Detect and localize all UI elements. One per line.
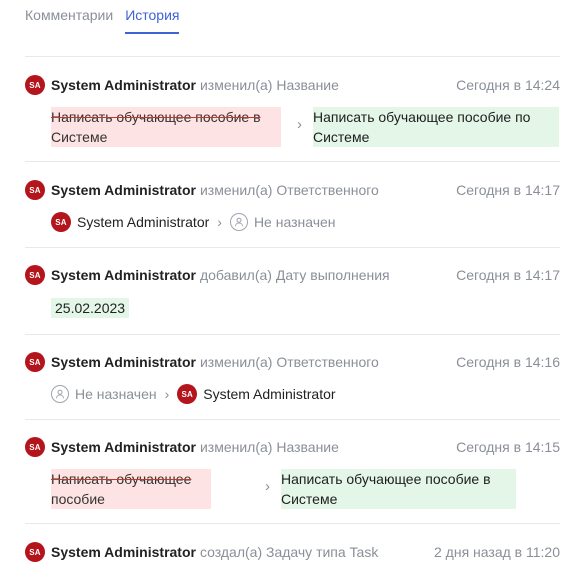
history-entry: SA System Administrator добавил(а) Дату … [25, 265, 560, 335]
action-text: добавил(а) Дату выполнения [199, 267, 390, 283]
due-date-value: 25.02.2023 [51, 298, 130, 318]
avatar: SA [51, 212, 71, 232]
old-value: Написать обучающее пособие в Системе [51, 107, 281, 147]
new-value-line: Написать обучающее пособие по [313, 109, 531, 125]
chevron-right-icon: › [164, 386, 170, 402]
timestamp: Сегодня в 14:24 [456, 77, 560, 93]
new-value-line: Написать обучающее пособие в [281, 471, 491, 487]
avatar: SA [25, 180, 45, 200]
avatar: SA [25, 75, 45, 95]
divider [25, 247, 560, 248]
history-entry: SA System Administrator изменил(а) Ответ… [25, 180, 560, 250]
assignee-from: Не назначен [75, 386, 157, 402]
assignee-from: System Administrator [77, 214, 210, 230]
assignee-change: SA System Administrator › Не назначен [51, 212, 336, 232]
avatar: SA [25, 352, 45, 372]
entry-header: SA System Administrator изменил(а) Назва… [25, 75, 560, 95]
old-value-line: пособие [51, 491, 105, 507]
new-value-line: Системе [313, 129, 370, 145]
divider [25, 334, 560, 335]
assignee-to: System Administrator [203, 386, 336, 402]
timestamp: Сегодня в 14:16 [456, 354, 560, 370]
new-value: Написать обучающее пособие в Системе [281, 469, 516, 509]
timestamp: Сегодня в 14:17 [456, 182, 560, 198]
avatar: SA [25, 542, 45, 562]
old-value-line: Системе [51, 129, 108, 145]
tab-comments[interactable]: Комментарии [25, 0, 113, 36]
author-name[interactable]: System Administrator [51, 77, 196, 93]
timestamp: 2 дня назад в 11:20 [434, 544, 560, 560]
tab-history[interactable]: История [125, 0, 180, 34]
author-name[interactable]: System Administrator [51, 182, 196, 198]
chevron-right-icon: › [217, 214, 222, 230]
history-entry: SA System Administrator изменил(а) Назва… [25, 437, 560, 527]
history-entry: SA System Administrator изменил(а) Ответ… [25, 352, 560, 422]
change-diff: Написать обучающее пособие › Написать об… [51, 469, 560, 509]
author-name[interactable]: System Administrator [51, 544, 196, 560]
entry-header: SA System Administrator изменил(а) Назва… [25, 437, 560, 457]
avatar: SA [25, 265, 45, 285]
divider [25, 419, 560, 420]
author-name[interactable]: System Administrator [51, 267, 196, 283]
action-text: изменил(а) Ответственного [199, 354, 379, 370]
entry-header: SA System Administrator изменил(а) Ответ… [25, 180, 560, 200]
history-entry: SA System Administrator изменил(а) Назва… [25, 75, 560, 165]
author-name[interactable]: System Administrator [51, 439, 196, 455]
new-value: Написать обучающее пособие по Системе [313, 107, 559, 147]
chevron-right-icon: › [297, 116, 302, 133]
assignee-change: Не назначен › SA System Administrator [51, 384, 336, 404]
old-value-line: Написать обучающее [51, 471, 192, 487]
avatar: SA [177, 384, 198, 404]
new-value-line: Системе [281, 491, 338, 507]
old-value-line: Написать обучающее пособие в [51, 109, 261, 125]
entry-header: SA System Administrator создал(а) Задачу… [25, 542, 560, 562]
user-outline-icon [51, 385, 69, 403]
user-outline-icon [229, 213, 248, 231]
action-text: создал(а) Задачу типа Task [199, 544, 379, 560]
entry-header: SA System Administrator изменил(а) Ответ… [25, 352, 560, 372]
history-entry: SA System Administrator создал(а) Задачу… [25, 542, 560, 566]
timestamp: Сегодня в 14:17 [456, 267, 560, 283]
timestamp: Сегодня в 14:15 [456, 439, 560, 455]
action-text: изменил(а) Ответственного [199, 182, 379, 198]
chevron-right-icon: › [265, 478, 270, 495]
divider [25, 161, 560, 162]
action-text: изменил(а) Название [199, 77, 339, 93]
change-diff: Написать обучающее пособие в Системе › Н… [51, 107, 560, 147]
entry-header: SA System Administrator добавил(а) Дату … [25, 265, 560, 285]
action-text: изменил(а) Название [199, 439, 339, 455]
assignee-to: Не назначен [253, 214, 336, 230]
author-name[interactable]: System Administrator [51, 354, 196, 370]
old-value: Написать обучающее пособие [51, 469, 211, 509]
avatar: SA [25, 437, 45, 457]
tabs-divider [25, 56, 560, 57]
divider [25, 523, 560, 524]
history-tabs: Комментарии История [25, 0, 180, 36]
